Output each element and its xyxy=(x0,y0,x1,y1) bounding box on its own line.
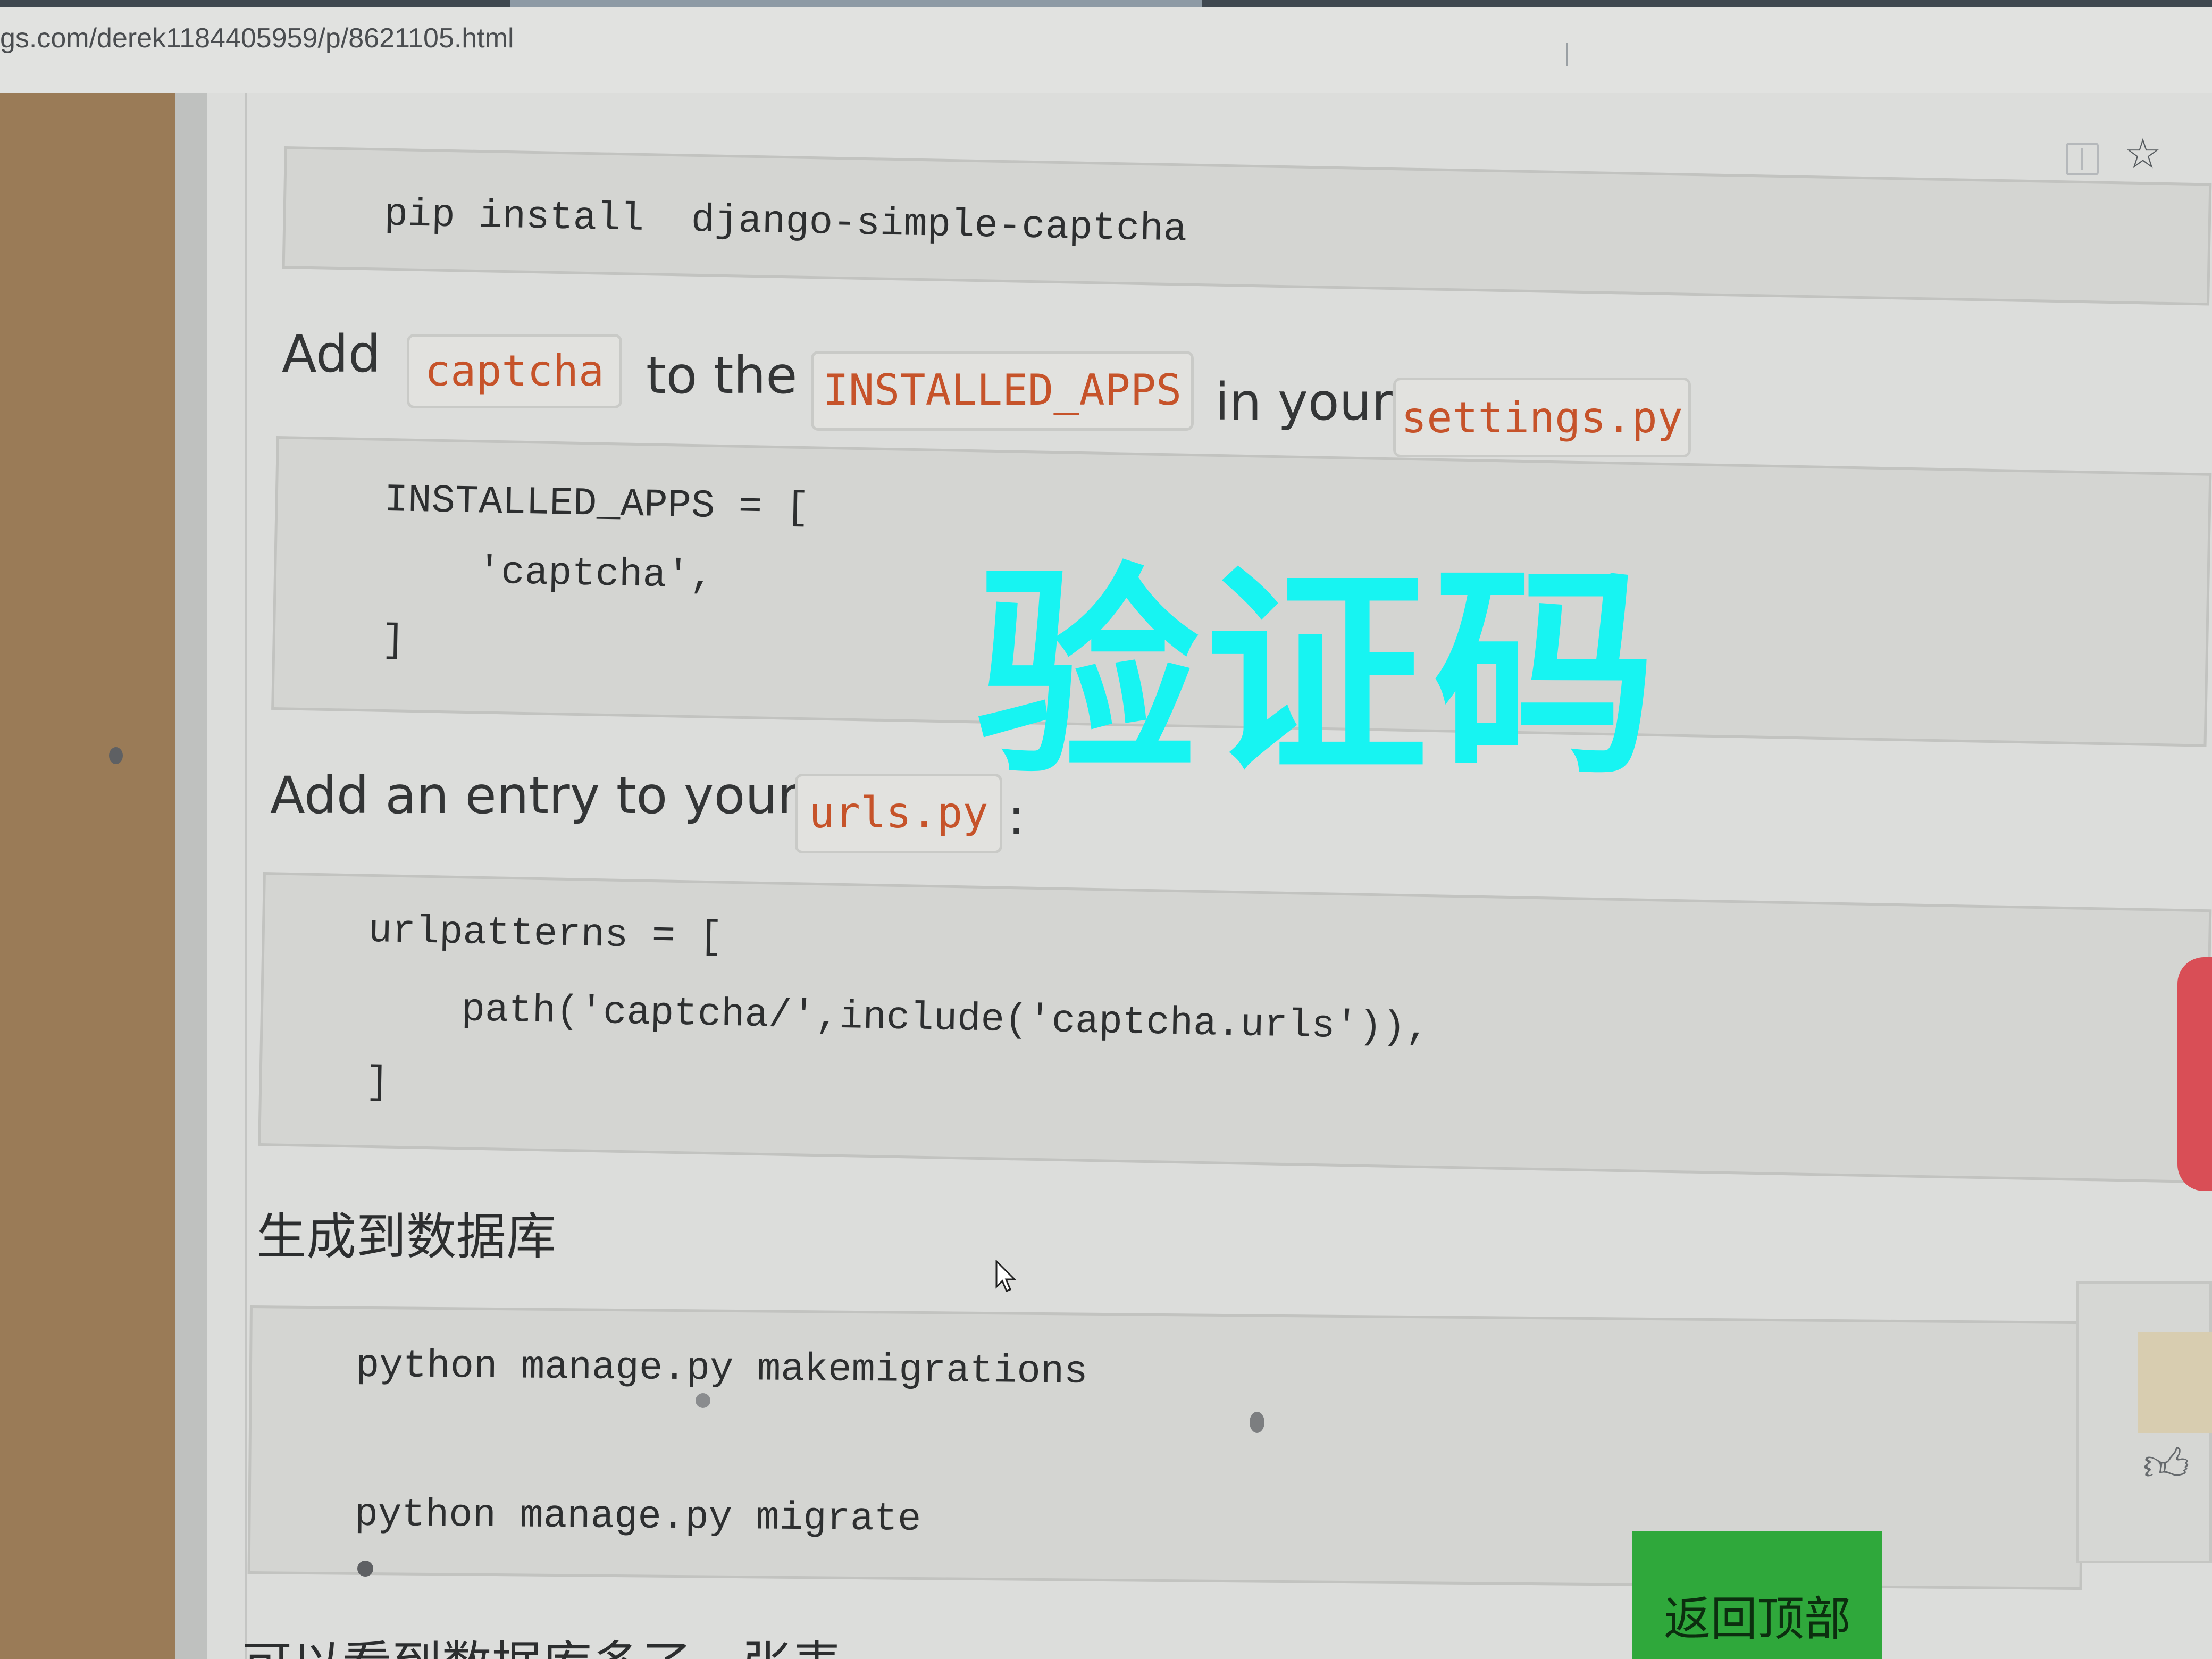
step-add-text: Add xyxy=(282,324,381,384)
screen-speck xyxy=(696,1393,710,1408)
step-urls-text: Add an entry to your xyxy=(270,766,799,825)
side-recommend-panel xyxy=(2076,1281,2212,1563)
side-thumbnail xyxy=(2138,1332,2212,1433)
page-margin xyxy=(175,93,207,1659)
inline-code-installed-apps: INSTALLED_APPS xyxy=(811,351,1194,431)
urls-code-block: urlpatterns = [ path('captcha/',include(… xyxy=(258,872,2212,1184)
code-line: path('captcha/',include('captcha.urls'))… xyxy=(366,985,1430,1051)
step-in-your-text: in your xyxy=(1215,372,1393,432)
code-line: INSTALLED_APPS = [ xyxy=(383,477,810,531)
back-to-top-button[interactable]: 返回顶部 xyxy=(1632,1531,1882,1659)
toolbar-divider xyxy=(1566,43,1568,66)
screen-speck xyxy=(1250,1412,1264,1433)
inline-code-captcha: captcha xyxy=(407,334,622,408)
address-bar-url[interactable]: gs.com/derek1184405959/p/8621105.html xyxy=(0,22,514,54)
code-line: ] xyxy=(381,618,406,664)
code-line: 'captcha', xyxy=(382,548,714,599)
side-feedback-tab[interactable] xyxy=(2177,957,2212,1191)
browser-toolbar: gs.com/derek1184405959/p/8621105.html xyxy=(0,0,2212,93)
photo-of-screen: gs.com/derek1184405959/p/8621105.html ☆ … xyxy=(0,0,2212,1659)
inline-code-urls: urls.py xyxy=(795,774,1002,853)
code-line: python manage.py makemigrations xyxy=(355,1343,1088,1395)
code-line: ] xyxy=(365,1060,390,1105)
install-command: pip install django-simple-captcha xyxy=(383,192,1187,253)
inline-code-settings: settings.py xyxy=(1393,378,1691,457)
reader-mode-icon[interactable] xyxy=(2066,143,2099,175)
code-line: python manage.py migrate xyxy=(354,1492,921,1543)
next-heading: 可以看到数据库多了一张表 xyxy=(242,1624,842,1659)
mouse-pointer-icon xyxy=(995,1260,1017,1292)
tab-strip xyxy=(0,0,2212,7)
screen-speck xyxy=(109,747,123,764)
background-wall xyxy=(0,93,202,1659)
db-heading: 生成到数据库 xyxy=(256,1208,557,1266)
content-border xyxy=(245,93,247,1659)
step-to-the-text: to the xyxy=(646,346,798,405)
code-line: urlpatterns = [ xyxy=(368,908,723,960)
screen-speck xyxy=(357,1561,373,1577)
star-icon[interactable]: ☆ xyxy=(2124,133,2161,174)
active-tab[interactable] xyxy=(510,0,1202,7)
watermark-text: 验证码 xyxy=(976,545,1662,805)
thumbs-up-icon[interactable]: 👍︎ xyxy=(2143,1438,2190,1492)
